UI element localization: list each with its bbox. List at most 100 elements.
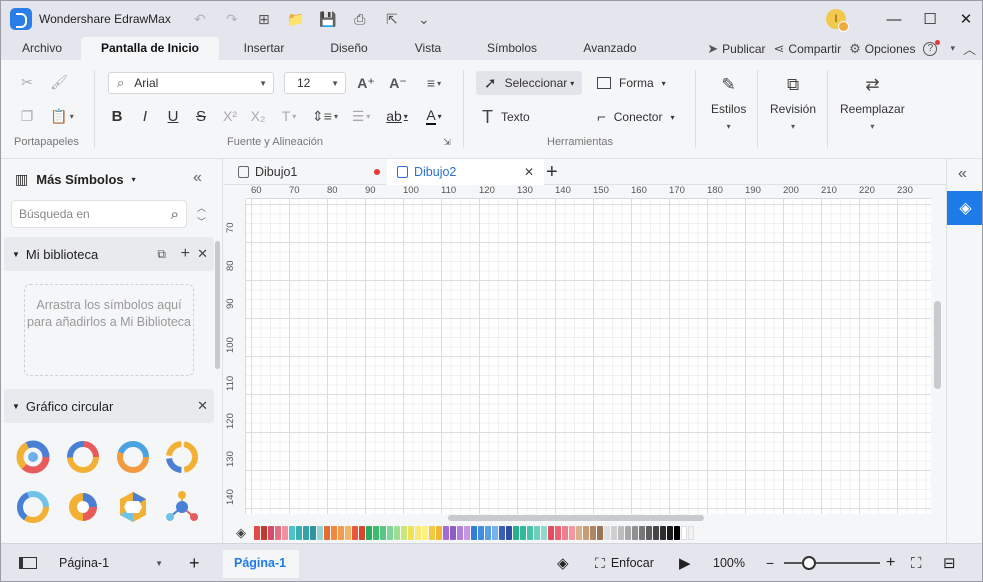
- active-page-tab[interactable]: Página-1: [234, 544, 286, 581]
- color-swatch[interactable]: [471, 526, 477, 540]
- color-swatch[interactable]: [345, 526, 351, 540]
- font-size-select[interactable]: 12 ▼: [284, 72, 346, 94]
- play-icon[interactable]: ▶: [679, 544, 691, 581]
- color-swatch[interactable]: [492, 526, 498, 540]
- tab-avanzado[interactable]: Avanzado: [577, 37, 643, 60]
- color-swatch[interactable]: [604, 526, 610, 540]
- copy-icon[interactable]: ❐: [15, 104, 39, 128]
- color-swatch[interactable]: [261, 526, 267, 540]
- superscript-icon[interactable]: X²: [219, 105, 241, 127]
- color-swatch[interactable]: [681, 526, 687, 540]
- color-swatch[interactable]: [639, 526, 645, 540]
- color-swatch[interactable]: [646, 526, 652, 540]
- open-folder-icon[interactable]: 📁: [285, 8, 307, 30]
- text-tool-button[interactable]: T Texto: [482, 105, 530, 129]
- add-page-icon[interactable]: +: [189, 544, 200, 581]
- color-swatch[interactable]: [303, 526, 309, 540]
- tab-diseno[interactable]: Diseño: [318, 37, 380, 60]
- color-swatch[interactable]: [436, 526, 442, 540]
- color-swatch[interactable]: [408, 526, 414, 540]
- tab-dibujo2[interactable]: Dibujo2 ✕: [387, 159, 544, 185]
- color-swatch[interactable]: [457, 526, 463, 540]
- tab-vista[interactable]: Vista: [397, 37, 459, 60]
- focus-button[interactable]: ⛶ Enfocar: [595, 544, 654, 581]
- subscript-icon[interactable]: X₂: [247, 105, 269, 127]
- color-swatch[interactable]: [450, 526, 456, 540]
- pie-chart-symbol[interactable]: [65, 489, 101, 525]
- color-swatch[interactable]: [576, 526, 582, 540]
- color-swatch[interactable]: [380, 526, 386, 540]
- color-swatch[interactable]: [275, 526, 281, 540]
- color-swatch[interactable]: [569, 526, 575, 540]
- donut-chart-symbol[interactable]: [15, 439, 51, 475]
- replace-button[interactable]: ⇄ Reemplazar ▾: [840, 74, 905, 131]
- color-swatch[interactable]: [597, 526, 603, 540]
- color-swatch[interactable]: [387, 526, 393, 540]
- symbol-search-input[interactable]: Búsqueda en ⌕: [11, 200, 187, 228]
- color-swatch[interactable]: [478, 526, 484, 540]
- color-swatch[interactable]: [562, 526, 568, 540]
- highlight-icon[interactable]: ab ▾: [381, 105, 413, 127]
- fullscreen-icon[interactable]: ⊟: [943, 544, 956, 581]
- drawing-canvas[interactable]: [246, 199, 931, 514]
- minimize-icon[interactable]: —: [876, 1, 912, 37]
- color-swatch[interactable]: [429, 526, 435, 540]
- underline-icon[interactable]: U: [163, 105, 183, 127]
- page-panel-toggle[interactable]: [19, 544, 37, 581]
- import-icon[interactable]: ⧉: [157, 247, 166, 262]
- new-file-icon[interactable]: ⊞: [253, 8, 275, 30]
- color-swatch[interactable]: [443, 526, 449, 540]
- tab-simbolos[interactable]: Símbolos: [479, 37, 545, 60]
- color-swatch[interactable]: [415, 526, 421, 540]
- vertical-scrollbar[interactable]: [934, 301, 941, 389]
- color-swatch[interactable]: [653, 526, 659, 540]
- close-window-icon[interactable]: ✕: [948, 1, 982, 37]
- color-swatch[interactable]: [555, 526, 561, 540]
- scroll-down-icon[interactable]: ﹀: [197, 215, 206, 228]
- close-icon[interactable]: ✕: [197, 246, 208, 262]
- italic-icon[interactable]: I: [135, 105, 155, 127]
- font-color-icon[interactable]: A ▾: [419, 105, 449, 127]
- help-button[interactable]: ? ▾: [923, 40, 955, 56]
- color-swatch[interactable]: [667, 526, 673, 540]
- color-swatch[interactable]: [254, 526, 260, 540]
- customize-dropdown-icon[interactable]: ⌄: [413, 8, 435, 30]
- color-swatch[interactable]: [282, 526, 288, 540]
- export-icon[interactable]: ⇱: [381, 8, 403, 30]
- align-icon[interactable]: ≡ ▾: [419, 72, 449, 94]
- segmented-ring-symbol[interactable]: [164, 439, 200, 475]
- fit-page-icon[interactable]: ⛶: [911, 544, 922, 581]
- color-swatch[interactable]: [506, 526, 512, 540]
- review-button[interactable]: ⧉ Revisión ▾: [770, 74, 816, 131]
- cut-icon[interactable]: ✂: [15, 70, 39, 94]
- tab-archivo[interactable]: Archivo: [11, 37, 73, 60]
- color-swatch[interactable]: [632, 526, 638, 540]
- color-swatch[interactable]: [625, 526, 631, 540]
- color-swatch[interactable]: [590, 526, 596, 540]
- color-swatch[interactable]: [268, 526, 274, 540]
- color-swatch[interactable]: [331, 526, 337, 540]
- search-icon[interactable]: ⌕: [171, 206, 179, 223]
- color-swatch[interactable]: [548, 526, 554, 540]
- shape-tool-button[interactable]: Forma ▾: [597, 71, 666, 95]
- collapse-panel-icon[interactable]: «: [193, 169, 202, 187]
- layers-icon[interactable]: ◈: [557, 544, 569, 581]
- options-button[interactable]: ⚙ Opciones: [849, 41, 915, 57]
- tab-insertar[interactable]: Insertar: [233, 37, 295, 60]
- color-swatch[interactable]: [359, 526, 365, 540]
- color-swatch[interactable]: [352, 526, 358, 540]
- format-painter-icon[interactable]: 🖌: [47, 70, 71, 94]
- ring-chart-symbol[interactable]: [115, 439, 151, 475]
- color-swatch[interactable]: [611, 526, 617, 540]
- close-icon[interactable]: ✕: [197, 398, 208, 414]
- color-swatch[interactable]: [534, 526, 540, 540]
- bullet-list-icon[interactable]: ☰ ▾: [345, 105, 377, 127]
- publish-button[interactable]: ➤ Publicar: [707, 41, 765, 57]
- zoom-level[interactable]: 100%: [713, 544, 745, 581]
- tab-dibujo1[interactable]: Dibujo1: [234, 159, 384, 185]
- line-spacing-icon[interactable]: ⇕≡ ▾: [309, 105, 341, 127]
- add-tab-icon[interactable]: +: [546, 161, 558, 183]
- color-swatch[interactable]: [401, 526, 407, 540]
- horizontal-scrollbar[interactable]: [448, 515, 704, 521]
- ring-chart-symbol[interactable]: [65, 439, 101, 475]
